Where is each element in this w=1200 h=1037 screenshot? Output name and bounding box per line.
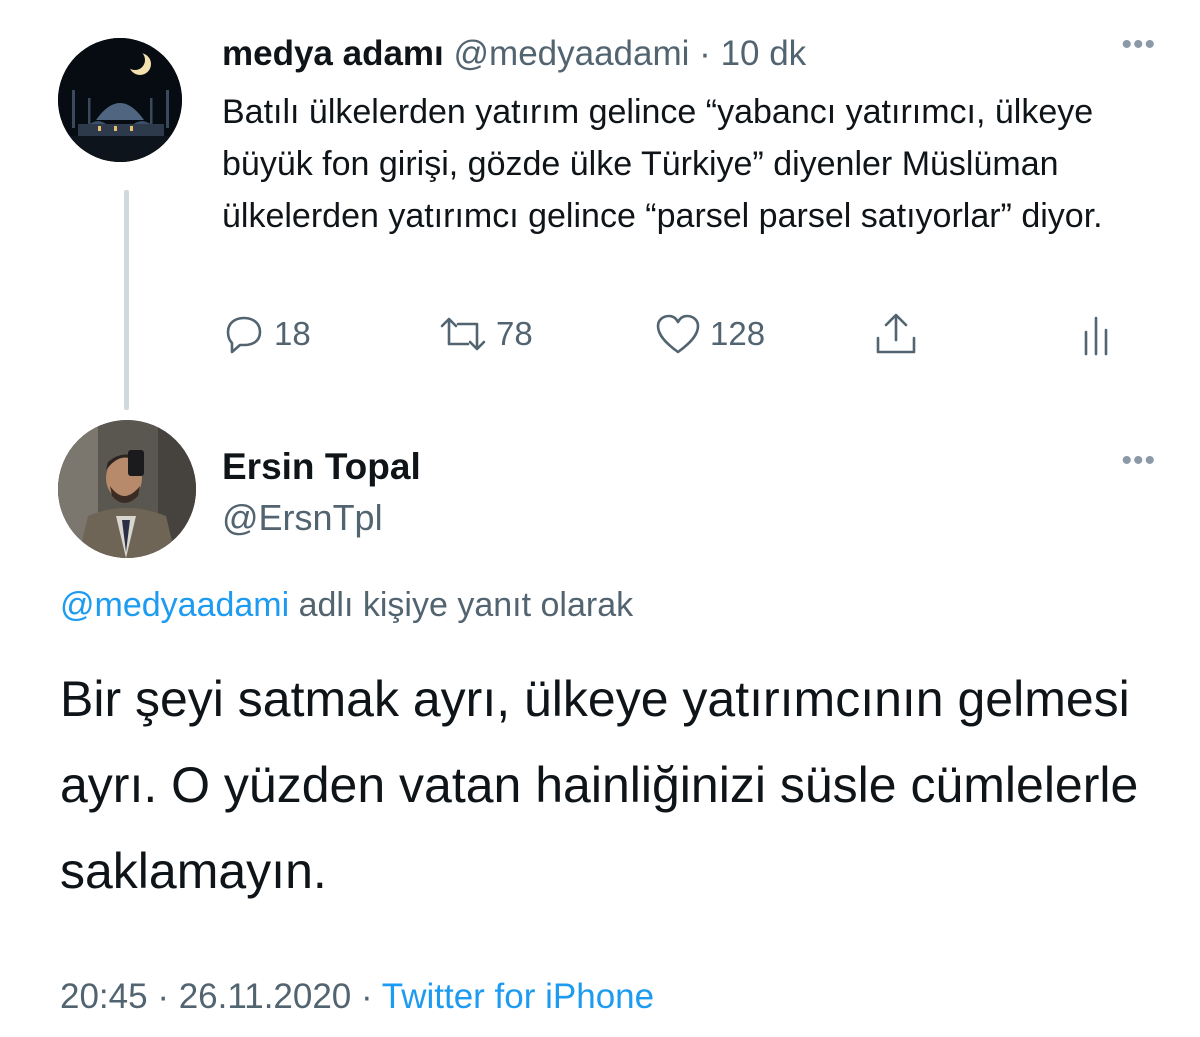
footer-separator: · xyxy=(351,977,382,1016)
like-count: 128 xyxy=(710,315,766,352)
profile-photo-image xyxy=(58,420,196,558)
parent-avatar[interactable] xyxy=(58,38,182,162)
retweet-count: 78 xyxy=(496,315,533,352)
share-button[interactable] xyxy=(872,306,920,362)
reply-icon xyxy=(226,316,262,354)
tweet-time[interactable]: 20:45 xyxy=(60,977,148,1016)
share-icon xyxy=(876,313,916,354)
replying-to-line: @medyaadami adlı kişiye yanıt olarak xyxy=(60,582,633,628)
thread-connector-line xyxy=(124,190,129,410)
like-icon xyxy=(656,314,700,354)
replying-to-mention[interactable]: @medyaadami xyxy=(60,586,289,624)
reply-count: 18 xyxy=(274,315,311,352)
parent-tweet-text: Batılı ülkelerden yatırım gelince “yaban… xyxy=(222,93,1103,235)
analytics-icon xyxy=(1084,316,1108,356)
reply-display-name[interactable]: Ersin Topal xyxy=(222,445,421,489)
parent-tweet-header: medya adamı @medyaadami · 10 dk xyxy=(222,32,806,76)
tweet-date[interactable]: 26.11.2020 xyxy=(179,977,352,1016)
retweet-icon xyxy=(440,317,486,351)
parent-display-name[interactable]: medya adamı xyxy=(222,34,444,73)
reply-handle[interactable]: @ErsnTpl xyxy=(222,496,383,540)
meta-separator: · xyxy=(699,34,711,73)
reply-avatar[interactable] xyxy=(58,420,196,558)
replying-to-label: adlı kişiye yanıt olarak xyxy=(289,586,634,624)
reply-tweet-text: Bir şeyi satmak ayrı, ülkeye yatırımcını… xyxy=(60,671,1139,899)
tweet-action-bar: 18 78 128 xyxy=(222,306,1122,362)
tweet-source-link[interactable]: Twitter for iPhone xyxy=(382,977,654,1016)
tweet-timestamp-line: 20:45 · 26.11.2020 · Twitter for iPhone xyxy=(60,974,654,1020)
analytics-button[interactable] xyxy=(1080,306,1114,362)
retweet-button[interactable]: 78 xyxy=(438,306,533,362)
parent-more-icon[interactable]: ••• xyxy=(1121,28,1156,62)
parent-timestamp[interactable]: 10 dk xyxy=(721,34,807,73)
parent-handle[interactable]: @medyaadami xyxy=(454,34,690,73)
reply-button[interactable]: 18 xyxy=(222,306,311,362)
footer-separator: · xyxy=(147,977,179,1016)
like-button[interactable]: 128 xyxy=(654,306,765,362)
mosque-avatar-image xyxy=(58,38,182,162)
reply-more-icon[interactable]: ••• xyxy=(1121,444,1156,478)
